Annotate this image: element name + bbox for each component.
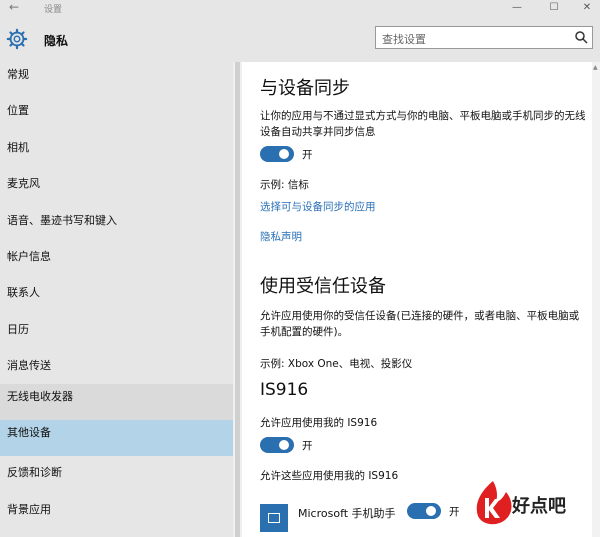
device-toggle-label: 开 xyxy=(302,440,313,452)
watermark-logo-icon xyxy=(476,481,512,525)
sync-description: 让你的应用与不通过显式方式与你的电脑、平板电脑或手机同步的无线设备自动共享并同步… xyxy=(260,110,586,138)
title-bar: ← 设置 — ☐ ✕ xyxy=(0,0,600,17)
device-toggle[interactable] xyxy=(260,437,294,453)
sidebar-item-radios[interactable]: 无线电收发器 xyxy=(0,384,233,420)
sidebar-item-calendar[interactable]: 日历 xyxy=(0,317,233,353)
main-content: 与设备同步 让你的应用与不通过显式方式与你的电脑、平板电脑或手机同步的无线设备自… xyxy=(242,62,600,537)
sidebar-item-contacts[interactable]: 联系人 xyxy=(0,280,233,316)
search-input[interactable]: 查找设置 xyxy=(382,31,426,47)
settings-header: 隐私 查找设置 xyxy=(0,17,600,62)
screen-icon xyxy=(268,513,280,523)
device-name: IS916 xyxy=(260,380,309,400)
search-icon[interactable] xyxy=(574,30,588,44)
sidebar-item-account-info[interactable]: 帐户信息 xyxy=(0,244,233,280)
app-toggle[interactable] xyxy=(407,503,441,519)
sidebar-item-speech-inking-typing[interactable]: 语音、墨迹书写和键入 xyxy=(0,208,233,244)
toggle-knob xyxy=(279,149,289,159)
back-arrow-icon[interactable]: ← xyxy=(9,0,27,17)
device-allow-label: 允许应用使用我的 IS916 xyxy=(260,417,378,429)
toggle-knob xyxy=(279,440,289,450)
search-box[interactable]: 查找设置 xyxy=(375,26,593,49)
sidebar-scrollbar[interactable] xyxy=(233,62,242,537)
window-title: 设置 xyxy=(44,5,63,15)
sync-toggle-label: 开 xyxy=(302,149,313,161)
sidebar-item-general[interactable]: 常规 xyxy=(0,62,233,98)
watermark: 好点吧 xyxy=(466,470,600,537)
sidebar-item-microphone[interactable]: 麦克风 xyxy=(0,171,233,207)
sidebar-item-camera[interactable]: 相机 xyxy=(0,135,233,171)
trusted-example: 示例: Xbox One、电视、投影仪 xyxy=(260,358,413,370)
sidebar-scrollbar-thumb[interactable] xyxy=(235,62,240,537)
sync-example: 示例: 信标 xyxy=(260,179,309,191)
main-scrollbar[interactable]: ▲ xyxy=(592,62,600,537)
toggle-knob xyxy=(426,506,436,516)
scroll-up-arrow-icon[interactable]: ▲ xyxy=(593,64,599,71)
sidebar-item-location[interactable]: 位置 xyxy=(0,98,233,134)
maximize-button[interactable]: ☐ xyxy=(539,0,569,17)
trusted-description: 允许应用使用你的受信任设备(已连接的硬件，或者电脑、平板电脑或手机配置的硬件)。 xyxy=(260,310,580,338)
choose-apps-link[interactable]: 选择可与设备同步的应用 xyxy=(260,199,376,214)
minimize-button[interactable]: — xyxy=(502,0,532,17)
page-title: 隐私 xyxy=(44,34,69,48)
sidebar-nav: 常规 位置 相机 麦克风 语音、墨迹书写和键入 帐户信息 联系人 日历 消息传送… xyxy=(0,62,233,537)
sidebar-item-other-devices[interactable]: 其他设备 xyxy=(0,420,233,456)
sync-section-title: 与设备同步 xyxy=(260,78,350,99)
trusted-section-title: 使用受信任设备 xyxy=(260,276,386,297)
sidebar-item-feedback-diagnostics[interactable]: 反馈和诊断 xyxy=(0,460,233,496)
phone-companion-app-icon xyxy=(260,504,288,532)
app-toggle-label: 开 xyxy=(449,506,460,518)
app-name: Microsoft 手机助手 xyxy=(298,507,396,520)
close-button[interactable]: ✕ xyxy=(572,0,600,17)
gear-icon xyxy=(6,28,28,50)
sidebar-item-background-apps[interactable]: 背景应用 xyxy=(0,497,233,533)
sync-toggle[interactable] xyxy=(260,146,294,162)
privacy-statement-link[interactable]: 隐私声明 xyxy=(260,229,302,244)
watermark-text: 好点吧 xyxy=(512,496,566,517)
